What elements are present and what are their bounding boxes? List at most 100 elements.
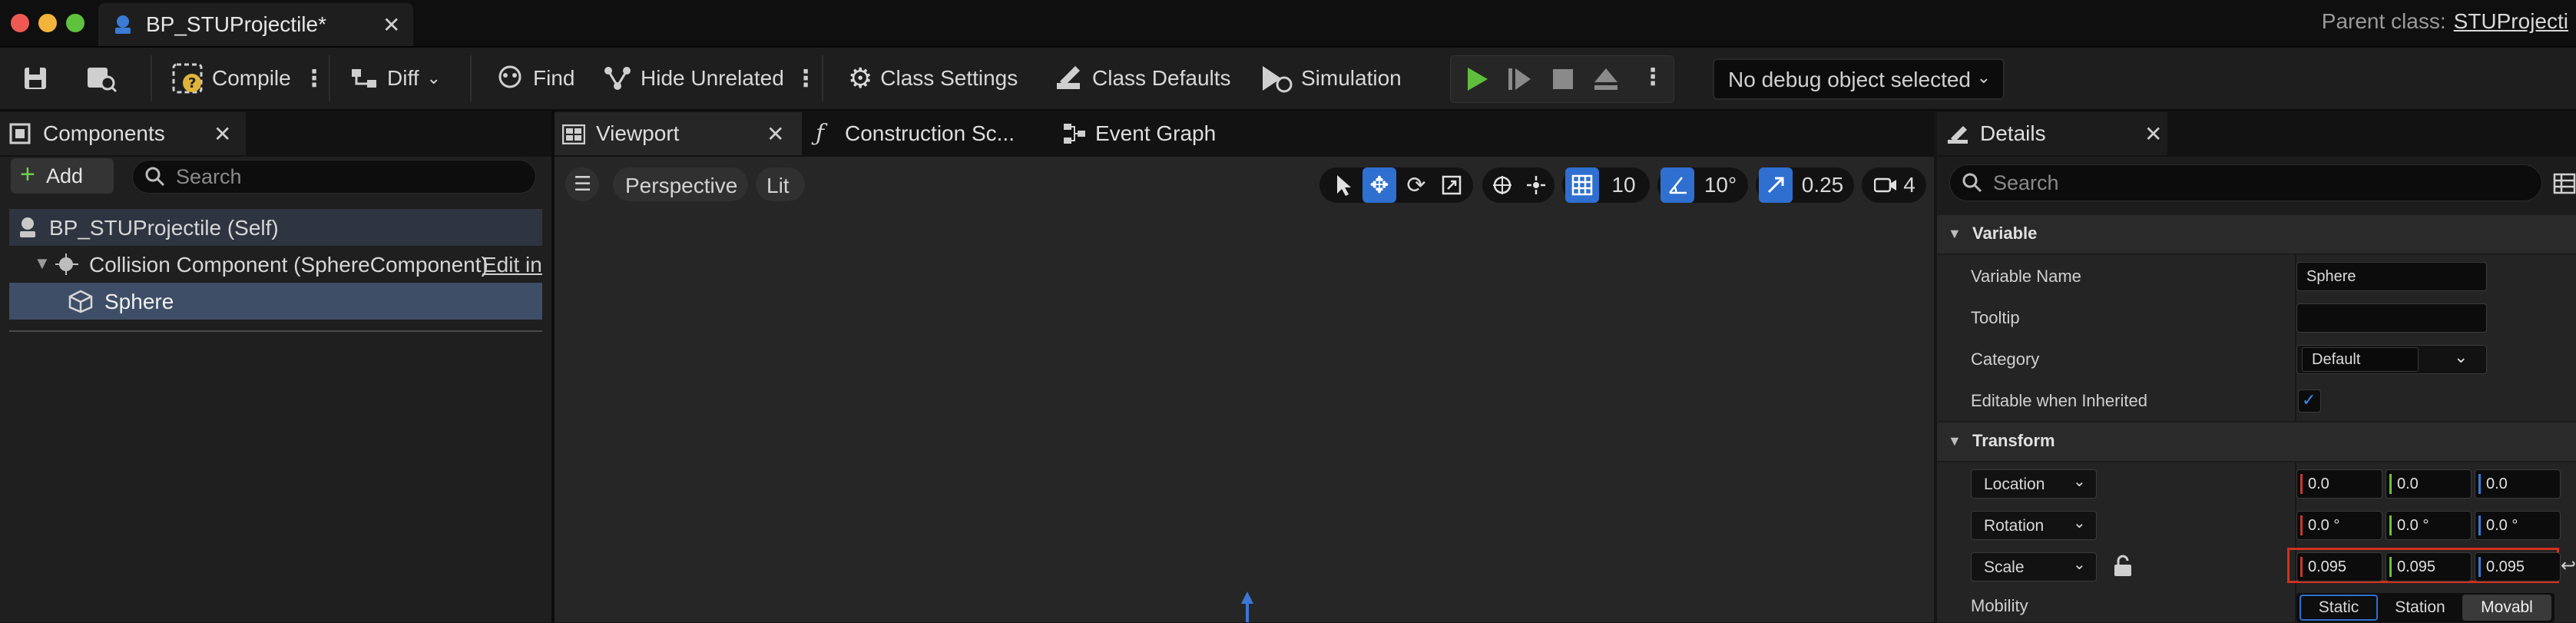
- grid-snap-value[interactable]: 10: [1602, 167, 1645, 203]
- rotation-x-input[interactable]: 0.0 °: [2296, 511, 2382, 540]
- compile-options-button[interactable]: ⋮: [303, 63, 326, 94]
- scale-snap-toggle[interactable]: [1759, 167, 1793, 203]
- location-y-input[interactable]: 0.0: [2386, 469, 2472, 499]
- debug-object-label: No debug object selected: [1728, 68, 1971, 91]
- rotation-snap-toggle[interactable]: [1660, 167, 1694, 203]
- play-button[interactable]: [1463, 65, 1491, 93]
- tree-item-collision[interactable]: ▼ Collision Component (SphereComponent) …: [9, 246, 542, 283]
- svg-text:?: ?: [188, 75, 196, 91]
- step-button[interactable]: [1506, 65, 1534, 93]
- section-variable-label: Variable: [1972, 224, 2038, 243]
- location-x-input[interactable]: 0.0: [2296, 469, 2382, 499]
- class-defaults-button[interactable]: Class Defaults: [1054, 63, 1231, 94]
- tree-item-self[interactable]: BP_STUProjectile (Self): [9, 209, 542, 246]
- close-tab-icon[interactable]: ✕: [382, 12, 400, 38]
- editable-inherited-checkbox[interactable]: ✓: [2298, 389, 2321, 413]
- play-options-button[interactable]: ⋮: [1641, 64, 1664, 91]
- location-y-value: 0.0: [2397, 476, 2419, 492]
- folder-search-icon: [84, 63, 118, 94]
- collapse-arrow-icon[interactable]: ▼: [34, 254, 51, 273]
- perspective-button[interactable]: Perspective: [613, 167, 748, 201]
- variable-name-input[interactable]: Sphere: [2296, 262, 2487, 291]
- diff-button[interactable]: Diff ⌄: [349, 63, 441, 94]
- tab-details[interactable]: Details ✕: [1937, 112, 2167, 155]
- debug-object-select[interactable]: No debug object selected ⌄: [1713, 58, 2005, 100]
- reset-arrow-icon[interactable]: ↩: [2561, 555, 2576, 577]
- find-label: Find: [533, 66, 575, 90]
- chevron-down-icon[interactable]: ⌄: [2454, 347, 2468, 367]
- class-settings-button[interactable]: ⚙ Class Settings: [848, 62, 1018, 94]
- viewport-canvas[interactable]: ☰ Perspective Lit ✥ ⟳ 10 10° 0.25 4: [555, 157, 1934, 622]
- category-combo[interactable]: Default ⌄: [2296, 345, 2487, 374]
- class-settings-label: Class Settings: [880, 66, 1018, 90]
- tooltip-input[interactable]: [2296, 303, 2487, 333]
- close-tab-icon[interactable]: ✕: [2144, 121, 2162, 147]
- find-button[interactable]: Find: [495, 63, 574, 94]
- tab-components[interactable]: Components ✕: [0, 112, 246, 155]
- camera-speed-button[interactable]: 4: [1866, 167, 1923, 203]
- section-transform[interactable]: ▼ Transform: [1937, 423, 2576, 461]
- lock-icon[interactable]: [2112, 555, 2134, 578]
- stop-button[interactable]: [1549, 65, 1577, 93]
- x-axis-marker: [2300, 515, 2303, 535]
- close-tab-icon[interactable]: ✕: [214, 121, 231, 147]
- scale-x-input[interactable]: 0.095: [2296, 552, 2382, 582]
- plus-icon: +: [20, 160, 35, 189]
- edit-in-link[interactable]: Edit in: [482, 253, 542, 277]
- rotation-mode-dropdown[interactable]: Rotation ⌄: [1971, 511, 2097, 540]
- mobility-movable-button[interactable]: Movabl: [2462, 595, 2551, 621]
- tab-viewport[interactable]: Viewport ✕: [555, 112, 802, 155]
- compile-button[interactable]: ? Compile: [171, 63, 291, 94]
- scale-x-value: 0.095: [2308, 558, 2347, 575]
- location-mode-dropdown[interactable]: Location ⌄: [1971, 469, 2097, 499]
- details-search-input[interactable]: Search: [1949, 164, 2542, 201]
- chevron-down-icon: ⌄: [1976, 68, 1991, 87]
- event-graph-tab-label: Event Graph: [1095, 121, 1217, 145]
- lit-button[interactable]: Lit: [756, 167, 805, 201]
- select-tool-button[interactable]: [1329, 167, 1359, 203]
- rotation-z-input[interactable]: 0.0 °: [2475, 511, 2561, 540]
- tree-item-sphere[interactable]: Sphere: [9, 283, 542, 320]
- grid-snap-toggle[interactable]: [1565, 167, 1599, 203]
- location-z-value: 0.0: [2486, 476, 2508, 492]
- simulation-button[interactable]: Simulation: [1260, 63, 1402, 94]
- components-search-input[interactable]: Search: [132, 160, 536, 194]
- world-local-button[interactable]: [1487, 167, 1518, 203]
- mobility-stationary-button[interactable]: Station: [2381, 595, 2459, 621]
- scale-mode-dropdown[interactable]: Scale ⌄: [1971, 552, 2097, 582]
- static-mesh-icon: [68, 289, 94, 313]
- hide-unrelated-options-button[interactable]: ⋮: [794, 63, 817, 94]
- scale-snap-value[interactable]: 0.25: [1794, 167, 1851, 203]
- hide-unrelated-button[interactable]: Hide Unrelated: [602, 63, 784, 94]
- column-splitter[interactable]: [2295, 379, 2296, 421]
- close-window-button[interactable]: [11, 14, 29, 32]
- mobility-static-button[interactable]: Static: [2300, 595, 2378, 621]
- save-button[interactable]: [20, 63, 51, 94]
- category-text-field[interactable]: Default: [2302, 347, 2419, 372]
- parent-class-link[interactable]: STUProjecti: [2454, 9, 2568, 33]
- scale-label: Scale: [1984, 558, 2025, 576]
- scale-y-input[interactable]: 0.095: [2386, 552, 2472, 582]
- add-component-button[interactable]: + Add: [11, 158, 114, 194]
- close-tab-icon[interactable]: ✕: [767, 121, 784, 147]
- browse-button[interactable]: [84, 63, 118, 94]
- viewport-menu-button[interactable]: ☰: [565, 167, 599, 201]
- scale-z-input[interactable]: 0.095: [2475, 552, 2561, 582]
- tab-event-graph[interactable]: Event Graph: [1054, 112, 1269, 155]
- document-tab[interactable]: BP_STUProjectile* ✕: [98, 3, 413, 46]
- tab-construction-script[interactable]: ƒ Construction Sc...: [805, 112, 1043, 155]
- translate-tool-button[interactable]: ✥: [1362, 167, 1396, 203]
- eject-button[interactable]: [1592, 65, 1620, 93]
- rotation-y-input[interactable]: 0.0 °: [2386, 511, 2472, 540]
- variable-name-label: Variable Name: [1971, 267, 2081, 286]
- rotation-snap-value[interactable]: 10°: [1696, 167, 1745, 203]
- rotate-tool-button[interactable]: ⟳: [1399, 167, 1433, 203]
- minimize-window-button[interactable]: [38, 14, 57, 32]
- section-variable[interactable]: ▼ Variable: [1937, 215, 2576, 254]
- table-view-icon[interactable]: [2553, 172, 2576, 195]
- scale-tool-button[interactable]: [1435, 167, 1468, 203]
- collapse-arrow-icon: ▼: [1948, 226, 1962, 241]
- location-z-input[interactable]: 0.0: [2475, 469, 2561, 499]
- surface-snap-button[interactable]: [1521, 167, 1551, 203]
- zoom-window-button[interactable]: [66, 14, 84, 32]
